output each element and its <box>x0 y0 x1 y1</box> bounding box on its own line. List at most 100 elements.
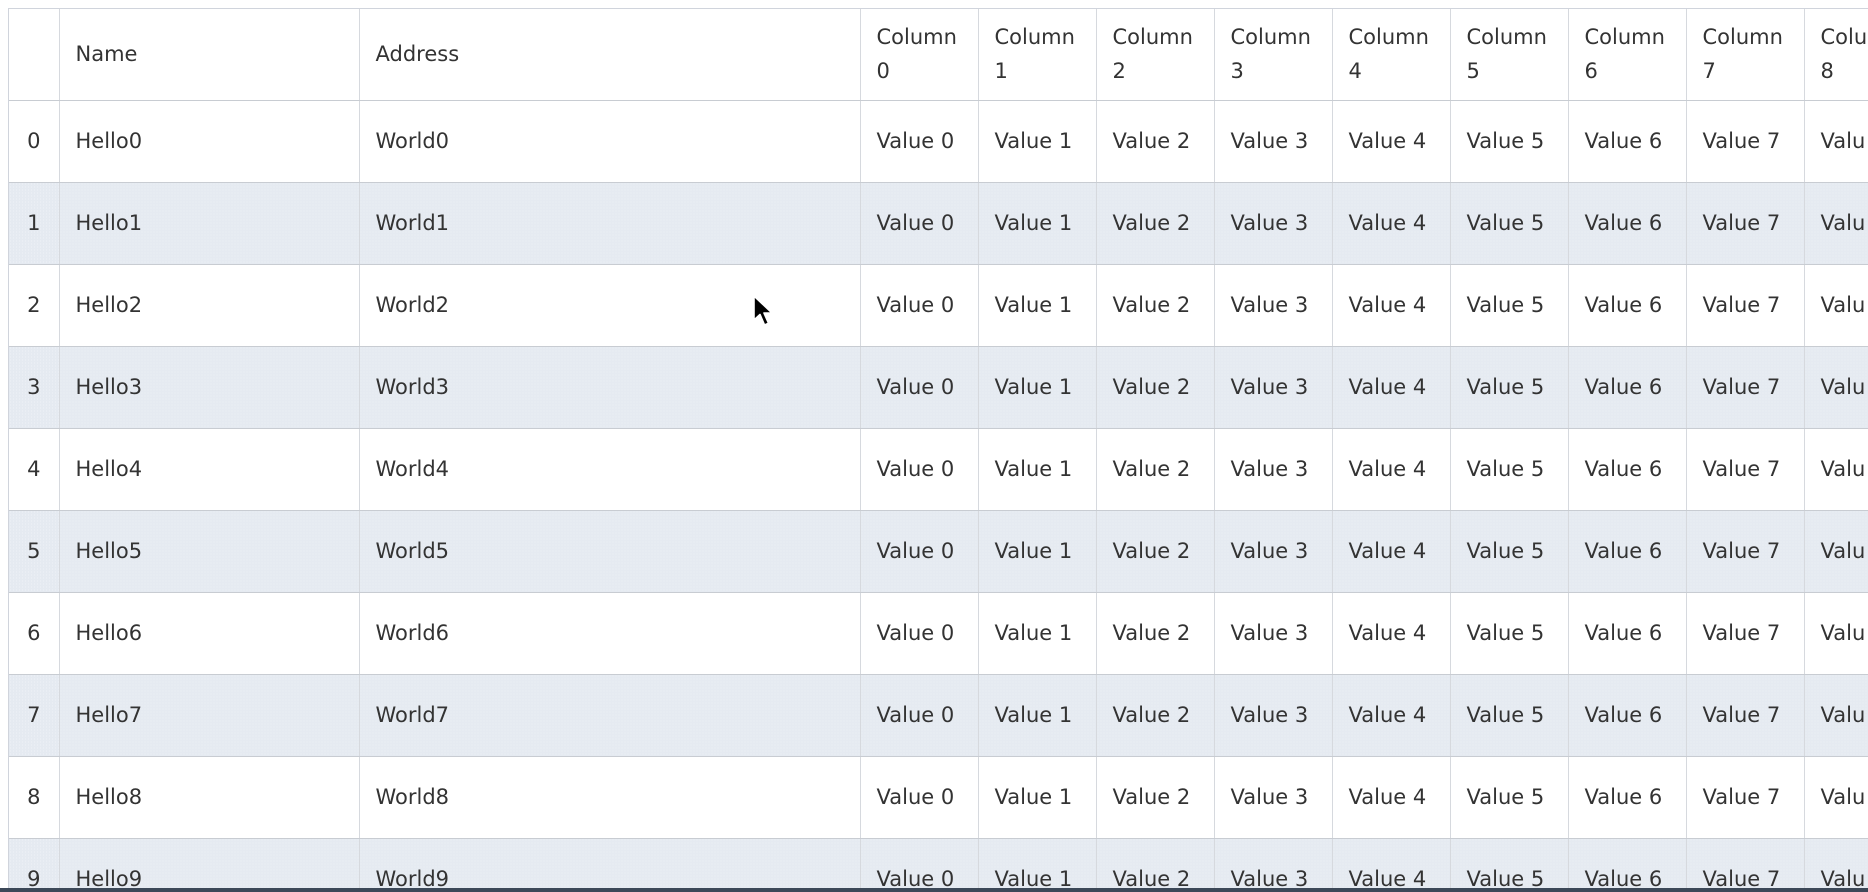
column-header-name[interactable]: Name <box>59 9 360 101</box>
value-cell[interactable]: Value 3 <box>1214 592 1333 675</box>
value-cell[interactable]: Value 1 <box>978 756 1097 839</box>
row-index-cell[interactable]: 9 <box>9 838 60 888</box>
value-cell[interactable]: Value 7 <box>1686 346 1805 429</box>
value-cell[interactable]: Value 7 <box>1686 756 1805 839</box>
column-header-value-5[interactable]: Column 5 <box>1450 9 1569 101</box>
value-cell[interactable]: Value 4 <box>1332 838 1451 888</box>
column-header-value-1[interactable]: Column 1 <box>978 9 1097 101</box>
table-row[interactable]: 2 Hello2 World2 Value 0 Value 1 Value 2 Value … <box>9 264 1868 347</box>
value-cell[interactable]: Value 4 <box>1332 182 1451 265</box>
address-cell[interactable]: World3 <box>359 346 861 429</box>
value-cell[interactable]: Value 2 <box>1096 182 1215 265</box>
column-header-value-7[interactable]: Column 7 <box>1686 9 1805 101</box>
address-cell[interactable]: World5 <box>359 510 861 593</box>
value-cell[interactable]: Value 3 <box>1214 510 1333 593</box>
value-cell[interactable]: Value 4 <box>1332 264 1451 347</box>
row-index-cell[interactable]: 4 <box>9 428 60 511</box>
column-header-value-2[interactable]: Column 2 <box>1096 9 1215 101</box>
row-index-cell[interactable]: 2 <box>9 264 60 347</box>
value-cell[interactable]: Value 7 <box>1686 182 1805 265</box>
row-index-cell[interactable]: 6 <box>9 592 60 675</box>
address-cell[interactable]: World6 <box>359 592 861 675</box>
value-cell[interactable]: Valu <box>1804 182 1868 265</box>
value-cell[interactable]: Value 3 <box>1214 756 1333 839</box>
value-cell[interactable]: Value 5 <box>1450 592 1569 675</box>
address-cell[interactable]: World1 <box>359 182 861 265</box>
table-row[interactable]: 3 Hello3 World3 Value 0 Value 1 Value 2 Value … <box>9 346 1868 429</box>
table-row[interactable]: 6 Hello6 World6 Value 0 Value 1 Value 2 Value … <box>9 592 1868 675</box>
row-index-cell[interactable]: 7 <box>9 674 60 757</box>
value-cell[interactable]: Value 0 <box>860 756 979 839</box>
value-cell[interactable]: Value 7 <box>1686 674 1805 757</box>
name-cell[interactable]: Hello6 <box>59 592 360 675</box>
value-cell[interactable]: Value 5 <box>1450 510 1569 593</box>
row-index-cell[interactable]: 8 <box>9 756 60 839</box>
value-cell[interactable]: Value 1 <box>978 182 1097 265</box>
value-cell[interactable]: Valu <box>1804 428 1868 511</box>
value-cell[interactable]: Value 6 <box>1568 510 1687 593</box>
value-cell[interactable]: Value 6 <box>1568 428 1687 511</box>
value-cell[interactable]: Value 1 <box>978 428 1097 511</box>
name-cell[interactable]: Hello4 <box>59 428 360 511</box>
name-cell[interactable]: Hello0 <box>59 100 360 183</box>
row-index-cell[interactable]: 1 <box>9 182 60 265</box>
value-cell[interactable]: Value 3 <box>1214 182 1333 265</box>
value-cell[interactable]: Value 4 <box>1332 346 1451 429</box>
value-cell[interactable]: Value 1 <box>978 100 1097 183</box>
value-cell[interactable]: Value 7 <box>1686 428 1805 511</box>
value-cell[interactable]: Value 7 <box>1686 510 1805 593</box>
table-row[interactable]: 0 Hello0 World0 Value 0 Value 1 Value 2 Value … <box>9 100 1868 183</box>
row-index-cell[interactable]: 5 <box>9 510 60 593</box>
address-cell[interactable]: World8 <box>359 756 861 839</box>
table-row[interactable]: 4 Hello4 World4 Value 0 Value 1 Value 2 Value … <box>9 428 1868 511</box>
column-header-value-3[interactable]: Column 3 <box>1214 9 1333 101</box>
value-cell[interactable]: Value 6 <box>1568 346 1687 429</box>
value-cell[interactable]: Value 1 <box>978 346 1097 429</box>
value-cell[interactable]: Value 1 <box>978 674 1097 757</box>
table-row[interactable]: 1 Hello1 World1 Value 0 Value 1 Value 2 Value … <box>9 182 1868 265</box>
value-cell[interactable]: Value 6 <box>1568 264 1687 347</box>
name-cell[interactable]: Hello2 <box>59 264 360 347</box>
name-cell[interactable]: Hello9 <box>59 838 360 888</box>
table-row[interactable]: 7 Hello7 World7 Value 0 Value 1 Value 2 Value … <box>9 674 1868 757</box>
address-cell[interactable]: World0 <box>359 100 861 183</box>
value-cell[interactable]: Value 5 <box>1450 346 1569 429</box>
value-cell[interactable]: Value 2 <box>1096 264 1215 347</box>
value-cell[interactable]: Value 5 <box>1450 838 1569 888</box>
value-cell[interactable]: Value 6 <box>1568 674 1687 757</box>
value-cell[interactable]: Value 6 <box>1568 182 1687 265</box>
value-cell[interactable]: Value 3 <box>1214 264 1333 347</box>
value-cell[interactable]: Valu <box>1804 674 1868 757</box>
value-cell[interactable]: Value 3 <box>1214 428 1333 511</box>
name-cell[interactable]: Hello3 <box>59 346 360 429</box>
column-header-value-6[interactable]: Column 6 <box>1568 9 1687 101</box>
value-cell[interactable]: Value 0 <box>860 674 979 757</box>
value-cell[interactable]: Value 5 <box>1450 428 1569 511</box>
value-cell[interactable]: Value 6 <box>1568 838 1687 888</box>
value-cell[interactable]: Value 5 <box>1450 182 1569 265</box>
value-cell[interactable]: Value 6 <box>1568 756 1687 839</box>
index-column-header[interactable] <box>9 9 60 101</box>
row-index-cell[interactable]: 3 <box>9 346 60 429</box>
value-cell[interactable]: Value 0 <box>860 100 979 183</box>
value-cell[interactable]: Value 2 <box>1096 838 1215 888</box>
value-cell[interactable]: Value 0 <box>860 510 979 593</box>
value-cell[interactable]: Value 2 <box>1096 428 1215 511</box>
name-cell[interactable]: Hello1 <box>59 182 360 265</box>
value-cell[interactable]: Valu <box>1804 838 1868 888</box>
table-row[interactable]: 5 Hello5 World5 Value 0 Value 1 Value 2 Value … <box>9 510 1868 593</box>
value-cell[interactable]: Valu <box>1804 100 1868 183</box>
value-cell[interactable]: Value 4 <box>1332 756 1451 839</box>
value-cell[interactable]: Value 2 <box>1096 674 1215 757</box>
name-cell[interactable]: Hello5 <box>59 510 360 593</box>
value-cell[interactable]: Value 4 <box>1332 510 1451 593</box>
value-cell[interactable]: Valu <box>1804 264 1868 347</box>
address-cell[interactable]: World7 <box>359 674 861 757</box>
value-cell[interactable]: Value 1 <box>978 510 1097 593</box>
name-cell[interactable]: Hello8 <box>59 756 360 839</box>
value-cell[interactable]: Value 7 <box>1686 264 1805 347</box>
value-cell[interactable]: Value 5 <box>1450 756 1569 839</box>
value-cell[interactable]: Value 5 <box>1450 264 1569 347</box>
value-cell[interactable]: Value 0 <box>860 264 979 347</box>
value-cell[interactable]: Value 2 <box>1096 510 1215 593</box>
